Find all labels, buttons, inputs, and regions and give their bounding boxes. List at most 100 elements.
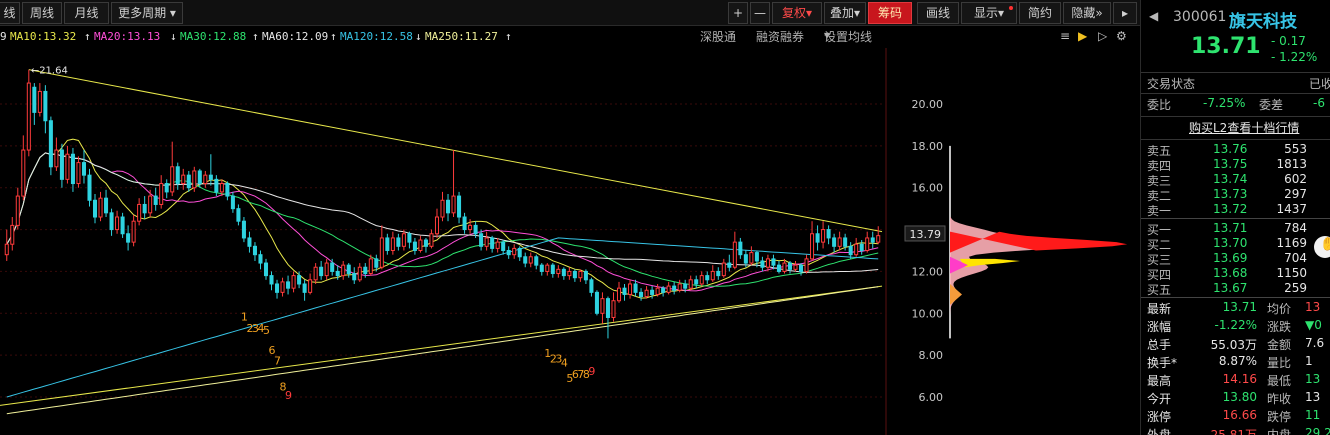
candle-body xyxy=(473,224,478,235)
stat-label: 跌停 xyxy=(1267,410,1292,424)
price-block: 13.71 - 0.17 - 1.22% xyxy=(1141,34,1330,68)
sell-level-row[interactable]: 卖五 13.76 553 xyxy=(1141,142,1330,158)
chip-profile-low xyxy=(950,283,962,305)
candle-body xyxy=(401,233,406,247)
tab-day-partial[interactable]: 线 xyxy=(0,2,20,24)
candle-body xyxy=(346,264,351,275)
candle-body xyxy=(286,281,291,289)
buy-level-row[interactable]: 买一 13.71 784 xyxy=(1141,221,1330,237)
candle-body xyxy=(710,270,715,281)
more-period-dropdown[interactable]: 更多周期 ▾ xyxy=(111,2,183,24)
chip-profile-recent xyxy=(960,258,1020,268)
support-trendline xyxy=(0,285,883,406)
buy-l2-link[interactable]: 购买L2查看十档行情 xyxy=(1189,119,1299,136)
buy-level-row[interactable]: 买三 13.69 704 xyxy=(1141,251,1330,267)
zoom-out-button[interactable]: — xyxy=(750,2,770,24)
candle-body xyxy=(43,90,48,122)
candle-body xyxy=(523,256,528,264)
display-dropdown[interactable]: 显示▾ xyxy=(961,2,1017,24)
period-toolbar: 线 周线 月线 更多周期 ▾ + — 复权▾ 叠加▾ 筹码 画线 显示▾ 简约 … xyxy=(0,0,1140,26)
ma-legend-item[interactable]: MA120:12.58 xyxy=(340,30,413,43)
level-price: 13.71 xyxy=(1213,221,1248,235)
margin-trading-link[interactable]: 融资融券 xyxy=(756,28,804,45)
more-period-label: 更多周期 xyxy=(118,6,167,20)
divider xyxy=(1141,72,1330,73)
candle-body xyxy=(241,220,246,239)
candle-body xyxy=(683,283,688,289)
stat-value: 55.03万 xyxy=(1210,338,1257,352)
overlay-dropdown[interactable]: 叠加▾ xyxy=(824,2,866,24)
candle-body xyxy=(727,262,732,268)
stat-value: 14.16 xyxy=(1222,372,1257,386)
candle-body xyxy=(109,212,114,231)
candle-body xyxy=(804,258,809,272)
expand-panel-button[interactable]: ▸ xyxy=(1113,2,1137,24)
sell-level-row[interactable]: 卖四 13.75 1813 xyxy=(1141,157,1330,173)
price-change-pct: - 1.22% xyxy=(1271,50,1318,64)
candle-body xyxy=(754,252,759,262)
candle-body xyxy=(390,237,395,251)
kline-chart[interactable]: ←21.64123456789123456789 6.008.0010.0012… xyxy=(0,0,1140,435)
back-arrow-icon[interactable]: ◀ xyxy=(1149,9,1158,23)
candle-body xyxy=(407,233,412,243)
gear-icon[interactable]: ⚙ xyxy=(1116,29,1127,43)
candle-body xyxy=(876,235,881,243)
candle-body xyxy=(716,270,721,277)
side-float-button[interactable]: ✋ xyxy=(1314,236,1330,258)
candle-body xyxy=(81,162,86,176)
candle-body xyxy=(297,275,302,285)
candle-body xyxy=(699,275,704,285)
chip-list-icon[interactable]: ≡ xyxy=(1060,29,1070,43)
fuquan-dropdown[interactable]: 复权▾ xyxy=(772,2,822,24)
buy-level-row[interactable]: 买二 13.70 1169 xyxy=(1141,236,1330,252)
stat-label: 最新 xyxy=(1147,302,1172,316)
sell-level-row[interactable]: 卖三 13.74 602 xyxy=(1141,172,1330,188)
candle-body xyxy=(275,283,280,293)
zoom-in-button[interactable]: + xyxy=(728,2,748,24)
simple-mode-button[interactable]: 简约 xyxy=(1019,2,1061,24)
ma-legend-item[interactable]: MA60:12.09 xyxy=(262,30,328,43)
stat-value: 13.71 xyxy=(1222,300,1257,314)
tab-week[interactable]: 周线 xyxy=(22,2,62,24)
candle-body xyxy=(633,283,638,293)
y-tick-label: 18.00 xyxy=(912,140,944,153)
candle-body xyxy=(561,268,566,277)
ma-legend-item[interactable]: MA10:13.32 xyxy=(10,30,76,43)
arrow-down-icon: ↓ xyxy=(170,30,177,43)
countdown-number: 7 xyxy=(274,354,281,367)
candle-body xyxy=(457,195,462,218)
candle-body xyxy=(810,233,815,260)
sell-level-row[interactable]: 卖一 13.72 1437 xyxy=(1141,202,1330,218)
candle-body xyxy=(357,266,362,281)
level-volume: 1813 xyxy=(1276,157,1307,171)
candle-body xyxy=(175,166,180,185)
chip-flag-icon[interactable]: ▶ xyxy=(1078,29,1087,43)
candle-body xyxy=(738,241,743,256)
buy-level-row[interactable]: 买四 13.68 1150 xyxy=(1141,266,1330,282)
ma-legend-item[interactable]: MA250:11.27 xyxy=(425,30,498,43)
tab-month[interactable]: 月线 xyxy=(64,2,109,24)
double-chevron-right-icon: » xyxy=(1095,6,1103,20)
chip-flag-outline-icon[interactable]: ▷ xyxy=(1098,29,1107,43)
arrow-up-icon: ↑ xyxy=(330,30,337,43)
draw-line-button[interactable]: 画线 xyxy=(917,2,959,24)
chevron-down-icon: ▾ xyxy=(853,6,861,20)
candle-body xyxy=(396,237,401,247)
ma-legend-item[interactable]: MA20:13.13 xyxy=(94,30,160,43)
chips-button[interactable]: 筹码 xyxy=(868,2,912,24)
level-volume: 259 xyxy=(1284,281,1307,295)
ma-line-ma250 xyxy=(6,286,879,415)
ma-legend-item[interactable]: 9 xyxy=(0,30,7,43)
stat-value: 29.2 xyxy=(1305,426,1330,435)
hide-button[interactable]: 隐藏» xyxy=(1063,2,1111,24)
buy-level-row[interactable]: 买五 13.67 259 xyxy=(1141,281,1330,297)
shen-gu-tong-link[interactable]: 深股通 xyxy=(700,28,736,45)
candle-body xyxy=(870,237,875,243)
ma-legend-item[interactable]: MA30:12.88 xyxy=(180,30,246,43)
candle-body xyxy=(589,279,594,293)
candle-body xyxy=(765,258,770,268)
sell-level-row[interactable]: 卖二 13.73 297 xyxy=(1141,187,1330,203)
candle-body xyxy=(655,287,660,295)
candles xyxy=(4,69,881,339)
level-label: 卖一 xyxy=(1147,204,1172,218)
